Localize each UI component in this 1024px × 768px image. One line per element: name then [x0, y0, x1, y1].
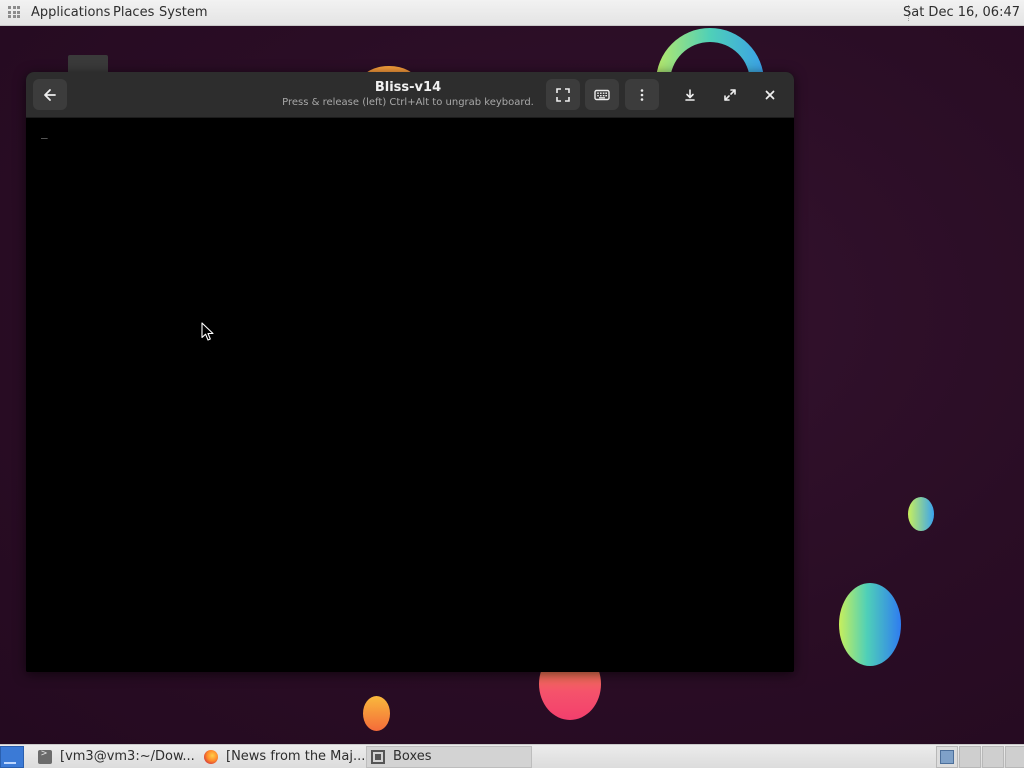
window-menu-button[interactable]: [625, 79, 659, 110]
workspace-switcher: [935, 746, 1024, 768]
places-menu[interactable]: Places: [113, 5, 154, 21]
keyboard-icon: [594, 89, 610, 100]
boxes-icon: [371, 750, 385, 764]
wallpaper-big-blob: [839, 583, 901, 666]
console-cursor: _: [41, 126, 48, 139]
taskbar-item-label: [vm3@vm3:~/Dow...: [60, 749, 194, 764]
top-panel: Applications Places System Sat Dec 16, 0…: [0, 0, 1024, 26]
taskbar-item-terminal[interactable]: [vm3@vm3:~/Dow...: [34, 746, 194, 768]
taskbar-item-firefox[interactable]: [News from the Maj...: [200, 746, 364, 768]
arrow-left-icon: [44, 88, 56, 101]
terminal-icon: [38, 748, 52, 764]
workspace-2[interactable]: [959, 746, 981, 768]
clock[interactable]: Sat Dec 16, 06:47: [903, 5, 1020, 21]
workspace-3[interactable]: [982, 746, 1004, 768]
show-desktop-button[interactable]: [0, 746, 24, 768]
close-icon: [765, 90, 775, 99]
mouse-pointer-icon: [201, 322, 214, 341]
workspace-1[interactable]: [936, 746, 958, 768]
workspace-4[interactable]: [1005, 746, 1024, 768]
wallpaper-orange-blob: [363, 696, 390, 731]
fullscreen-button[interactable]: [546, 79, 580, 110]
vm-display[interactable]: _: [26, 118, 794, 672]
apps-grid-icon[interactable]: [8, 6, 20, 18]
taskbar-item-label: Boxes: [393, 749, 432, 764]
boxes-window: Bliss-v14 Press & release (left) Ctrl+Al…: [26, 72, 794, 672]
download-button[interactable]: [673, 79, 707, 110]
maximize-icon: [724, 88, 736, 101]
maximize-button[interactable]: [713, 79, 747, 110]
kebab-menu-icon: [640, 88, 644, 101]
send-keys-button[interactable]: [585, 79, 619, 110]
bottom-panel: [vm3@vm3:~/Dow... [News from the Maj... …: [0, 744, 1024, 768]
download-icon: [685, 88, 695, 101]
system-menu[interactable]: System: [159, 5, 207, 21]
taskbar-item-boxes[interactable]: Boxes: [366, 746, 532, 768]
wallpaper-small-blob: [908, 497, 934, 531]
close-button[interactable]: [753, 79, 787, 110]
window-subtitle: Press & release (left) Ctrl+Alt to ungra…: [282, 97, 534, 108]
applications-menu[interactable]: Applications: [31, 5, 110, 21]
window-headerbar[interactable]: Bliss-v14 Press & release (left) Ctrl+Al…: [26, 72, 794, 118]
taskbar-item-label: [News from the Maj...: [226, 749, 364, 764]
firefox-icon: [204, 750, 218, 764]
window-title: Bliss-v14: [374, 80, 442, 95]
fullscreen-icon: [556, 87, 570, 102]
back-button[interactable]: [33, 79, 67, 110]
